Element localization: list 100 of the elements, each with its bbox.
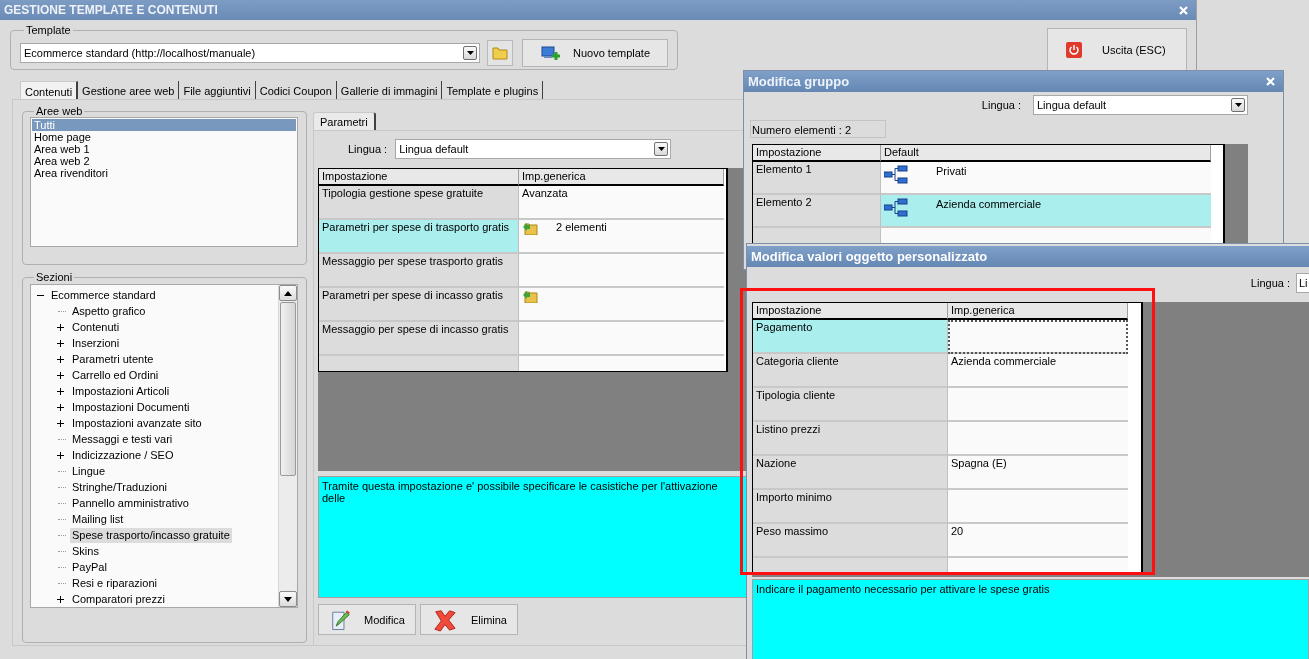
table-cell: Importo minimo bbox=[753, 490, 948, 524]
language-label: Lingua : bbox=[348, 143, 388, 155]
tree-item[interactable]: Resi e riparazioni bbox=[70, 575, 159, 591]
plus-icon[interactable] bbox=[56, 402, 65, 412]
tree-item[interactable]: Aspetto grafico bbox=[70, 303, 148, 319]
plus-icon[interactable] bbox=[56, 354, 65, 364]
list-item[interactable]: Area web 1 bbox=[32, 143, 296, 155]
tab[interactable]: Gallerie di immagini bbox=[336, 81, 443, 99]
table-cell: Azienda commerciale bbox=[948, 354, 1128, 388]
close-icon[interactable] bbox=[1179, 5, 1188, 15]
group-label: Sezioni bbox=[35, 271, 74, 283]
tree-item[interactable]: Comparatori prezzi bbox=[70, 591, 167, 607]
hierarchy-icon bbox=[884, 198, 908, 217]
close-icon[interactable] bbox=[1266, 77, 1275, 86]
table-cell: Tipologia cliente bbox=[753, 388, 948, 422]
power-icon bbox=[1066, 41, 1082, 58]
tree-item[interactable]: Inserzioni bbox=[70, 335, 122, 351]
list-item[interactable]: Home page bbox=[32, 131, 296, 143]
window-title: GESTIONE TEMPLATE E CONTENUTI bbox=[4, 3, 218, 17]
table-cell: Parametri per spese di trasporto gratis bbox=[319, 220, 519, 254]
tree-item[interactable]: Impostazioni avanzate sito bbox=[70, 415, 204, 431]
description-text: Indicare il pagamento necessario per attivare le spese gratis bbox=[756, 583, 1050, 595]
scroll-up-icon[interactable] bbox=[279, 285, 297, 301]
language-dropdown[interactable]: Lingua default bbox=[1033, 95, 1248, 115]
table-cell: Peso massimo bbox=[753, 524, 948, 558]
tree-item[interactable]: Stringhe/Traduzioni bbox=[70, 479, 169, 495]
column-header: Impostazione bbox=[319, 169, 519, 186]
template-dropdown[interactable]: Ecommerce standard (http://localhost/manuale) bbox=[20, 42, 480, 63]
tree-item[interactable]: Carrello ed Ordini bbox=[70, 367, 161, 383]
table-cell: Nazione bbox=[753, 456, 948, 490]
column-header: Default bbox=[881, 145, 1211, 162]
tab[interactable]: File aggiuntivi bbox=[179, 81, 256, 99]
tab[interactable]: Codici Coupon bbox=[255, 81, 337, 99]
tree-item[interactable]: Skins bbox=[70, 543, 101, 559]
language-label: Lingua : bbox=[1250, 277, 1290, 289]
monitor-plus-icon bbox=[541, 44, 561, 61]
tab[interactable]: Parametri bbox=[313, 112, 376, 130]
scroll-down-icon[interactable] bbox=[279, 591, 297, 607]
plus-icon[interactable] bbox=[56, 594, 65, 604]
table-cell: Pagamento bbox=[753, 320, 948, 354]
plus-icon[interactable] bbox=[56, 370, 65, 380]
tree-item[interactable]: Indicizzazione / SEO bbox=[70, 447, 176, 463]
plus-icon[interactable] bbox=[56, 338, 65, 348]
table-cell: Elemento 1 bbox=[753, 162, 881, 195]
tree-item[interactable]: Lingue bbox=[70, 463, 108, 479]
language-label: Lingua : bbox=[981, 99, 1021, 111]
tab[interactable]: Gestione aree web bbox=[78, 81, 180, 99]
tree-item[interactable]: Spese trasporto/incasso gratuite bbox=[70, 527, 232, 543]
scroll-thumb[interactable] bbox=[280, 302, 296, 476]
tab[interactable]: Template e plugins bbox=[442, 81, 544, 99]
table-cell: Messaggio per spese di incasso gratis bbox=[319, 322, 519, 356]
tree-item[interactable]: Parametri utente bbox=[70, 351, 156, 367]
plus-icon[interactable] bbox=[56, 322, 65, 332]
tab[interactable]: Contenuti bbox=[20, 81, 79, 99]
column-header: Impostazione bbox=[753, 145, 881, 162]
plus-icon[interactable] bbox=[56, 450, 65, 460]
table-cell: 20 bbox=[948, 524, 1128, 558]
tree-item[interactable]: Mailing list bbox=[70, 511, 126, 527]
table-cell: Categoria cliente bbox=[753, 354, 948, 388]
x-icon bbox=[433, 607, 457, 632]
tree-item[interactable]: Impostazioni Articoli bbox=[70, 383, 172, 399]
language-dropdown[interactable]: Li bbox=[1296, 273, 1309, 293]
list-item[interactable]: Area web 2 bbox=[32, 155, 296, 167]
table-cell: Tipologia gestione spese gratuite bbox=[319, 186, 519, 220]
group-label: Aree web bbox=[35, 105, 84, 117]
hierarchy-icon bbox=[884, 165, 908, 184]
tree-item[interactable]: Impostazioni Documenti bbox=[70, 399, 192, 415]
tree-item[interactable]: PayPal bbox=[70, 559, 109, 575]
table-cell: Messaggio per spese trasporto gratis bbox=[319, 254, 519, 288]
cell-value: Azienda commerciale bbox=[936, 198, 1042, 210]
table-cell: Elemento 2 bbox=[753, 195, 881, 228]
plus-icon[interactable] bbox=[56, 418, 65, 428]
list-item[interactable]: Area rivenditori bbox=[32, 167, 296, 179]
tree-item[interactable]: Messaggi e testi vari bbox=[70, 431, 175, 447]
scrollbar[interactable] bbox=[278, 285, 297, 607]
dialog-title: Modifica valori oggetto personalizzato bbox=[751, 249, 988, 264]
exit-button[interactable]: Uscita (ESC) bbox=[1047, 28, 1187, 71]
element-count: Numero elementi : 2 bbox=[750, 120, 886, 138]
table-cell: Parametri per spese di incasso gratis bbox=[319, 288, 519, 322]
cell-value: Avanzata bbox=[522, 187, 568, 199]
group-label: Template bbox=[25, 24, 72, 36]
tree-item[interactable]: Contenuti bbox=[70, 319, 122, 335]
column-header: Imp.generica bbox=[519, 169, 724, 186]
table-cell: Spagna (E) bbox=[948, 456, 1128, 490]
dialog-title: Modifica gruppo bbox=[748, 74, 850, 89]
edit-button[interactable]: Modifica bbox=[318, 604, 416, 635]
table-cell: Listino prezzi bbox=[753, 422, 948, 456]
folder-icon bbox=[492, 45, 508, 60]
folder-arrow-icon[interactable] bbox=[522, 289, 538, 303]
column-header: Imp.generica bbox=[948, 303, 1128, 320]
tree-item[interactable]: Ecommerce standard bbox=[49, 287, 158, 303]
new-template-button[interactable]: Nuovo template bbox=[522, 38, 668, 67]
delete-button[interactable]: Elimina bbox=[420, 604, 518, 635]
plus-icon[interactable] bbox=[56, 386, 65, 396]
folder-arrow-icon[interactable] bbox=[522, 221, 538, 235]
cell-value: 2 elementi bbox=[556, 221, 607, 233]
language-dropdown[interactable]: Lingua default bbox=[395, 139, 672, 159]
cell-value: Privati bbox=[936, 165, 967, 177]
tree-item[interactable]: Pannello amministrativo bbox=[70, 495, 191, 511]
description-text: Tramite questa impostazione e' possibile specificare le casistiche per l'attivazione delle bbox=[322, 480, 719, 504]
